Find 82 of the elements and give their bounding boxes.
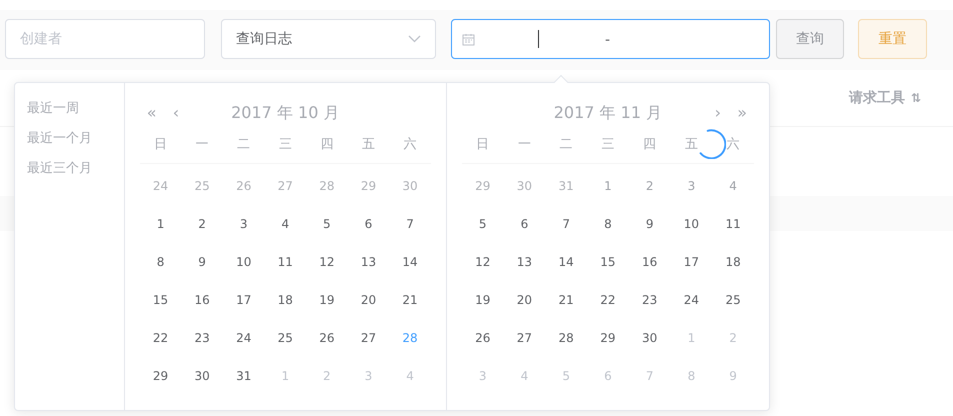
date-cell[interactable]: 25 xyxy=(712,291,754,309)
date-cell[interactable]: 15 xyxy=(140,291,182,309)
weekday-label: 四 xyxy=(319,136,334,154)
date-cell[interactable]: 12 xyxy=(462,253,504,271)
date-cell[interactable]: 3 xyxy=(222,215,264,233)
weekday-label: 一 xyxy=(194,136,210,154)
date-cell[interactable]: 24 xyxy=(222,329,264,347)
range-separator: - xyxy=(605,31,610,50)
date-cell[interactable]: 15 xyxy=(587,253,629,271)
weekday-label: 五 xyxy=(360,136,376,154)
date-cell[interactable]: 21 xyxy=(389,291,431,309)
date-cell[interactable]: 8 xyxy=(140,253,182,271)
date-cell[interactable]: 27 xyxy=(348,329,390,347)
date-cell[interactable]: 31 xyxy=(222,367,264,385)
date-cell[interactable]: 10 xyxy=(222,253,264,271)
date-cell[interactable]: 20 xyxy=(504,291,546,309)
date-cell[interactable]: 30 xyxy=(181,367,223,385)
date-cell[interactable]: 17 xyxy=(670,253,712,271)
date-cell[interactable]: 9 xyxy=(628,215,671,233)
sort-icon: ⇅ xyxy=(910,89,921,107)
date-cell[interactable]: 19 xyxy=(462,291,504,309)
date-cell[interactable]: 17 xyxy=(222,291,264,309)
date-cell[interactable]: 11 xyxy=(712,215,754,233)
date-cell[interactable]: 29 xyxy=(587,329,629,347)
date-cell[interactable]: 16 xyxy=(181,291,223,309)
date-cell[interactable]: 18 xyxy=(712,253,754,271)
date-cell[interactable]: 13 xyxy=(504,253,546,271)
date-cell[interactable]: 26 xyxy=(462,329,504,347)
weekday-label: 日 xyxy=(153,136,168,154)
date-cell[interactable]: 23 xyxy=(181,329,223,347)
date-cell[interactable]: 16 xyxy=(628,253,671,271)
date-cell[interactable]: 7 xyxy=(389,215,431,233)
date-cell[interactable]: 14 xyxy=(389,253,431,271)
column-label: 请求工具 xyxy=(848,88,905,108)
date-cell[interactable]: 18 xyxy=(264,291,306,309)
text-cursor xyxy=(538,30,539,48)
date-cell[interactable]: 20 xyxy=(348,291,390,309)
weekday-label: 五 xyxy=(684,136,699,154)
date-cell[interactable]: 27 xyxy=(504,329,546,347)
date-cell[interactable]: 30 xyxy=(628,329,671,347)
creator-input[interactable]: 创建者 xyxy=(5,19,205,59)
date-cell[interactable]: 25 xyxy=(264,329,306,347)
weekday-label: 三 xyxy=(278,136,293,154)
log-type-select[interactable]: 查询日志 xyxy=(221,19,436,59)
date-cell[interactable]: 14 xyxy=(545,253,588,271)
date-cell[interactable]: 4 xyxy=(264,215,306,233)
date-cell[interactable]: 2 xyxy=(181,215,223,233)
date-cell[interactable]: 21 xyxy=(545,291,588,309)
weekday-label: 日 xyxy=(475,136,490,154)
weekday-label: 二 xyxy=(236,136,252,154)
month-title: 2017 年 10 月 xyxy=(231,102,340,124)
date-cell[interactable]: 23 xyxy=(628,291,671,309)
date-cell[interactable]: 22 xyxy=(587,291,629,309)
weekday-label: 六 xyxy=(726,136,741,154)
date-cell[interactable]: 11 xyxy=(264,253,306,271)
date-range-field[interactable]: - xyxy=(451,19,770,59)
calendar-icon xyxy=(462,32,475,46)
date-cell[interactable]: 9 xyxy=(181,253,223,271)
date-cell[interactable]: 1 xyxy=(140,215,182,233)
weekday-label: 一 xyxy=(516,136,532,154)
date-cell[interactable]: 19 xyxy=(306,291,348,309)
date-cell[interactable]: 5 xyxy=(306,215,348,233)
month-title: 2017 年 11 月 xyxy=(554,102,662,124)
date-cell[interactable]: 6 xyxy=(504,215,546,233)
date-cell[interactable]: 29 xyxy=(140,367,182,385)
date-cell[interactable]: 28 xyxy=(545,329,588,347)
weekday-label: 四 xyxy=(642,136,658,154)
date-cell[interactable]: 7 xyxy=(545,215,588,233)
select-value: 查询日志 xyxy=(236,30,292,48)
date-cell[interactable]: 13 xyxy=(348,253,390,271)
date-cell[interactable]: 10 xyxy=(670,215,712,233)
date-cell[interactable]: 5 xyxy=(462,215,504,233)
date-cell[interactable]: 8 xyxy=(587,215,629,233)
date-cell[interactable]: 26 xyxy=(306,329,348,347)
weekday-label: 六 xyxy=(402,136,418,154)
chevron-down-icon xyxy=(408,35,421,43)
date-cell[interactable]: 12 xyxy=(306,253,348,271)
weekday-label: 二 xyxy=(558,136,574,154)
date-cell[interactable]: 24 xyxy=(670,291,712,309)
date-cell[interactable]: 22 xyxy=(140,329,182,347)
date-cell[interactable]: 6 xyxy=(348,215,390,233)
weekday-label: 三 xyxy=(600,136,616,154)
